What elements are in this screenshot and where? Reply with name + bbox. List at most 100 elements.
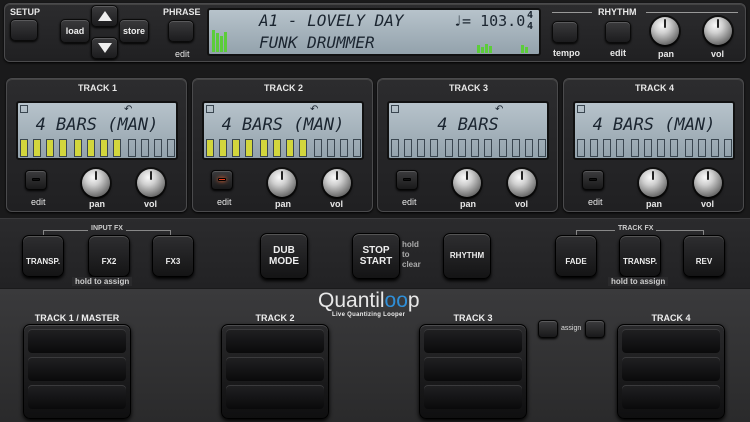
- edit-led: [403, 178, 411, 181]
- track-loop-length: 4 BARS (MAN): [35, 115, 159, 135]
- input-meter: [212, 28, 230, 52]
- setup-button[interactable]: [10, 19, 38, 41]
- track-display: 4 BARS (MAN) ↶: [202, 101, 364, 160]
- pedal-track-4[interactable]: [617, 324, 725, 419]
- track-edit-button[interactable]: [211, 170, 233, 190]
- fx2-button[interactable]: FX2: [88, 235, 130, 277]
- phrase-edit-label: edit: [175, 49, 190, 59]
- track-title: TRACK 2: [263, 83, 303, 93]
- edit-led: [218, 178, 226, 181]
- track-pan-knob[interactable]: [268, 169, 296, 197]
- bar-segment: [657, 139, 665, 157]
- bar-segment: [644, 139, 652, 157]
- bar-segment: [33, 139, 41, 157]
- track-pan-label: pan: [89, 199, 106, 209]
- bar-segment: [100, 139, 108, 157]
- track-edit-label: edit: [217, 197, 232, 207]
- main-display: A1 - LOVELY DAY FUNK DRUMMER ♩= 103.0 4 …: [207, 8, 541, 56]
- track-pan-label: pan: [275, 199, 292, 209]
- pedal-label-3: TRACK 3: [453, 313, 493, 323]
- track-edit-label: edit: [31, 197, 46, 207]
- bar-segment: [219, 139, 227, 157]
- bar-segment: [471, 139, 479, 157]
- track-loop-length: 4 BARS: [437, 115, 499, 135]
- up-arrow-button[interactable]: [91, 5, 118, 27]
- rhythm-title: RHYTHM: [598, 7, 637, 17]
- track-pan-knob[interactable]: [82, 169, 110, 197]
- fade-button[interactable]: FADE: [555, 235, 597, 277]
- bar-segment: [87, 139, 95, 157]
- bar-segment: [314, 139, 322, 157]
- bar-segment: [299, 139, 307, 157]
- load-button[interactable]: load: [60, 19, 90, 43]
- brand-name-suffix: p: [407, 289, 420, 312]
- assign-left-button[interactable]: [538, 320, 558, 338]
- bar-segment: [577, 139, 585, 157]
- bar-segment: [391, 139, 399, 157]
- down-arrow-button[interactable]: [91, 37, 118, 59]
- bar-segment: [353, 139, 361, 157]
- phrase-edit-button[interactable]: [168, 20, 194, 42]
- rhythm-pan-knob[interactable]: [651, 17, 679, 45]
- bar-segment: [327, 139, 335, 157]
- pedal-track-1-master[interactable]: [23, 324, 131, 419]
- edit-led: [589, 178, 597, 181]
- record-icon: [577, 105, 585, 113]
- track-vol-knob[interactable]: [694, 169, 722, 197]
- time-signature-bottom: 4: [527, 21, 534, 32]
- dub-mode-label: DUB MODE: [269, 244, 299, 268]
- track-edit-button[interactable]: [396, 170, 418, 190]
- rhythm-vol-knob[interactable]: [704, 17, 732, 45]
- track-edit-button[interactable]: [582, 170, 604, 190]
- bar-segment: [154, 139, 162, 157]
- bar-segment: [670, 139, 678, 157]
- track-module-4: TRACK 4 4 BARS (MAN) edit pan vol: [563, 78, 744, 212]
- track-vol-label: vol: [701, 199, 715, 209]
- track-vol-knob[interactable]: [508, 169, 536, 197]
- track-vol-knob[interactable]: [323, 169, 351, 197]
- rhythm-pan-label: pan: [658, 49, 675, 59]
- tempo-label: tempo: [553, 48, 580, 58]
- tempo-button[interactable]: [552, 21, 578, 43]
- phrase-label: PHRASE: [163, 7, 201, 17]
- bar-segment: [340, 139, 348, 157]
- dub-mode-button[interactable]: DUB MODE: [260, 233, 308, 279]
- track-vol-knob[interactable]: [137, 169, 165, 197]
- pedal-track-3[interactable]: [419, 324, 527, 419]
- track-pan-label: pan: [646, 199, 663, 209]
- rhythm-edit-button[interactable]: [605, 21, 631, 43]
- track-pan-knob[interactable]: [453, 169, 481, 197]
- bar-segment: [232, 139, 240, 157]
- fx3-button[interactable]: FX3: [152, 235, 194, 277]
- track-transp-button[interactable]: TRANSP.: [619, 235, 661, 277]
- input-fx-title: INPUT FX: [88, 225, 126, 232]
- input-transp-label: TRANSP.: [25, 257, 61, 267]
- bar-segment: [46, 139, 54, 157]
- pedal-track-2[interactable]: [221, 324, 329, 419]
- bar-segment: [724, 139, 732, 157]
- store-button[interactable]: store: [119, 19, 149, 43]
- rhythm-button[interactable]: RHYTHM: [443, 233, 491, 279]
- bar-segment: [128, 139, 136, 157]
- hold-to-clear-text: hold to clear: [402, 240, 421, 269]
- bar-segment: [245, 139, 253, 157]
- track-loop-length: 4 BARS (MAN): [221, 115, 345, 135]
- brand-logo: Quantiloop: [318, 289, 438, 313]
- pedal-label-2: TRACK 2: [255, 313, 295, 323]
- input-fx-hint: hold to assign: [72, 277, 133, 286]
- bar-segment: [603, 139, 611, 157]
- track-edit-button[interactable]: [25, 170, 47, 190]
- input-transp-button[interactable]: TRANSP.: [22, 235, 64, 277]
- stop-start-button[interactable]: STOP START: [352, 233, 400, 279]
- style-name: FUNK DRUMMER: [259, 33, 375, 52]
- bar-segment: [458, 139, 466, 157]
- fx3-label: FX3: [165, 257, 181, 267]
- track-vol-label: vol: [330, 199, 344, 209]
- assign-right-button[interactable]: [585, 320, 605, 338]
- track-pan-label: pan: [460, 199, 477, 209]
- bar-segment: [445, 139, 453, 157]
- stop-start-label: STOP START: [359, 244, 393, 268]
- track-pan-knob[interactable]: [639, 169, 667, 197]
- rev-button[interactable]: REV: [683, 235, 725, 277]
- edit-led: [32, 178, 40, 181]
